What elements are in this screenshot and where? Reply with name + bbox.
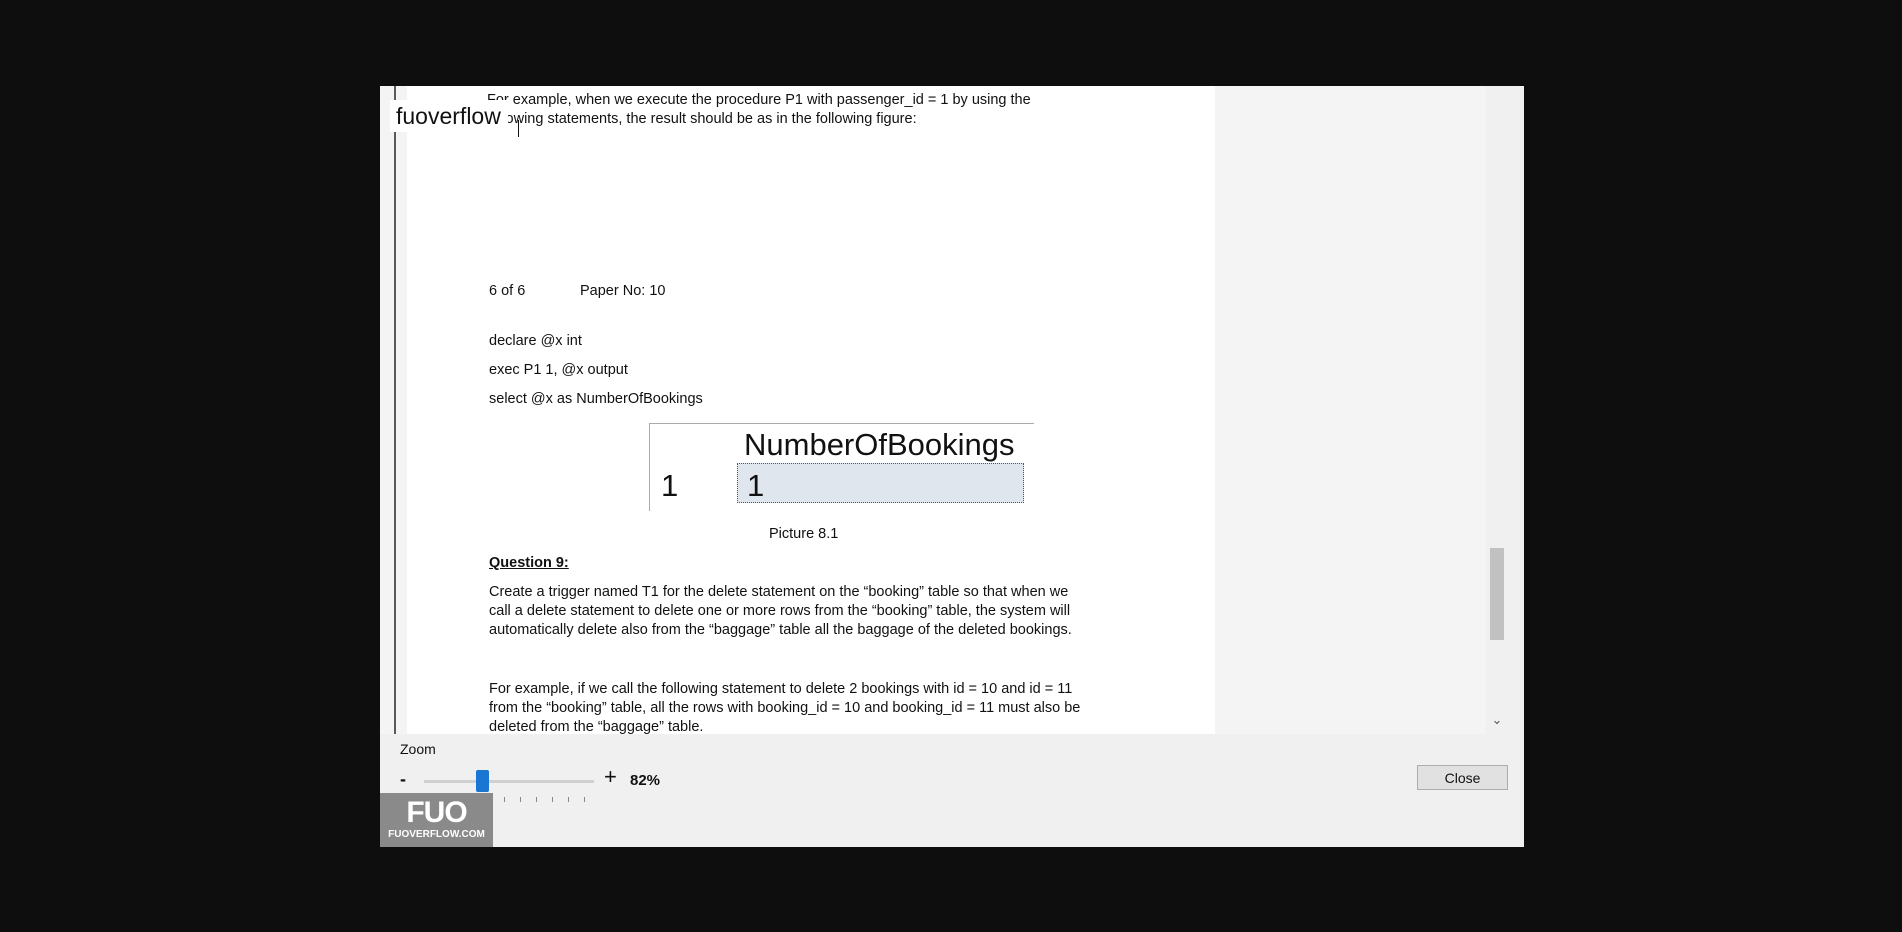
example-line-2: from the “booking” table, all the rows w… <box>489 700 1081 716</box>
chevron-down-icon[interactable]: ⌄ <box>1490 712 1504 728</box>
page-count: 6 of 6 <box>489 283 526 299</box>
grid-column-header: NumberOfBookings <box>744 427 1015 462</box>
question-line-3: automatically delete also from the “bagg… <box>489 622 1072 638</box>
intro-line-2: following statements, the result should … <box>487 111 917 127</box>
grid-top-line <box>649 423 1034 424</box>
zoom-label: Zoom <box>400 741 436 757</box>
question-line-2: call a delete statement to delete one or… <box>489 603 1071 619</box>
paper-number: Paper No: 10 <box>580 283 666 299</box>
zoom-slider-track[interactable] <box>424 780 594 783</box>
code-line-1: declare @x int <box>489 333 582 349</box>
zoom-out-button[interactable]: - <box>400 769 406 790</box>
scrollbar-thumb[interactable] <box>1490 548 1504 640</box>
figure-caption: Picture 8.1 <box>769 526 839 542</box>
zoom-slider-tick <box>552 797 553 802</box>
question-heading: Question 9: <box>489 555 569 571</box>
document-viewport[interactable]: For example, when we execute the procedu… <box>380 86 1507 734</box>
code-line-3: select @x as NumberOfBookings <box>489 391 703 407</box>
zoom-slider-tick <box>536 797 537 802</box>
vertical-scrollbar[interactable]: ⌄ <box>1486 86 1507 734</box>
zoom-slider-tick <box>520 797 521 802</box>
logo-mark: FUO <box>406 796 467 829</box>
brand-label: fuoverflow <box>390 100 508 132</box>
intro-line-1: For example, when we execute the procedu… <box>487 92 1031 108</box>
zoom-slider-thumb[interactable] <box>476 770 489 792</box>
result-grid-image: NumberOfBookings 1 1 <box>649 423 1034 511</box>
viewport-border <box>394 86 396 734</box>
document-page: For example, when we execute the procedu… <box>407 86 1215 734</box>
close-button[interactable]: Close <box>1417 765 1508 790</box>
zoom-slider-tick <box>504 797 505 802</box>
grid-left-line <box>649 423 650 511</box>
code-line-2: exec P1 1, @x output <box>489 362 628 378</box>
grid-cell-value: 1 <box>747 468 765 503</box>
zoom-slider-tick <box>584 797 585 802</box>
grid-selected-cell <box>737 463 1024 503</box>
grid-row-number: 1 <box>661 468 679 503</box>
question-line-1: Create a trigger named T1 for the delete… <box>489 584 1069 600</box>
logo-text: FUOVERFLOW.COM <box>388 829 485 840</box>
zoom-in-button[interactable]: + <box>604 764 617 790</box>
site-logo: FUO FUOVERFLOW.COM <box>380 793 493 847</box>
zoom-value: 82% <box>630 772 661 789</box>
example-line-3: deleted from the “baggage” table. <box>489 719 704 734</box>
text-cursor <box>518 120 519 137</box>
document-viewer-window: For example, when we execute the procedu… <box>380 86 1524 847</box>
example-line-1: For example, if we call the following st… <box>489 681 1073 697</box>
zoom-slider-tick <box>568 797 569 802</box>
